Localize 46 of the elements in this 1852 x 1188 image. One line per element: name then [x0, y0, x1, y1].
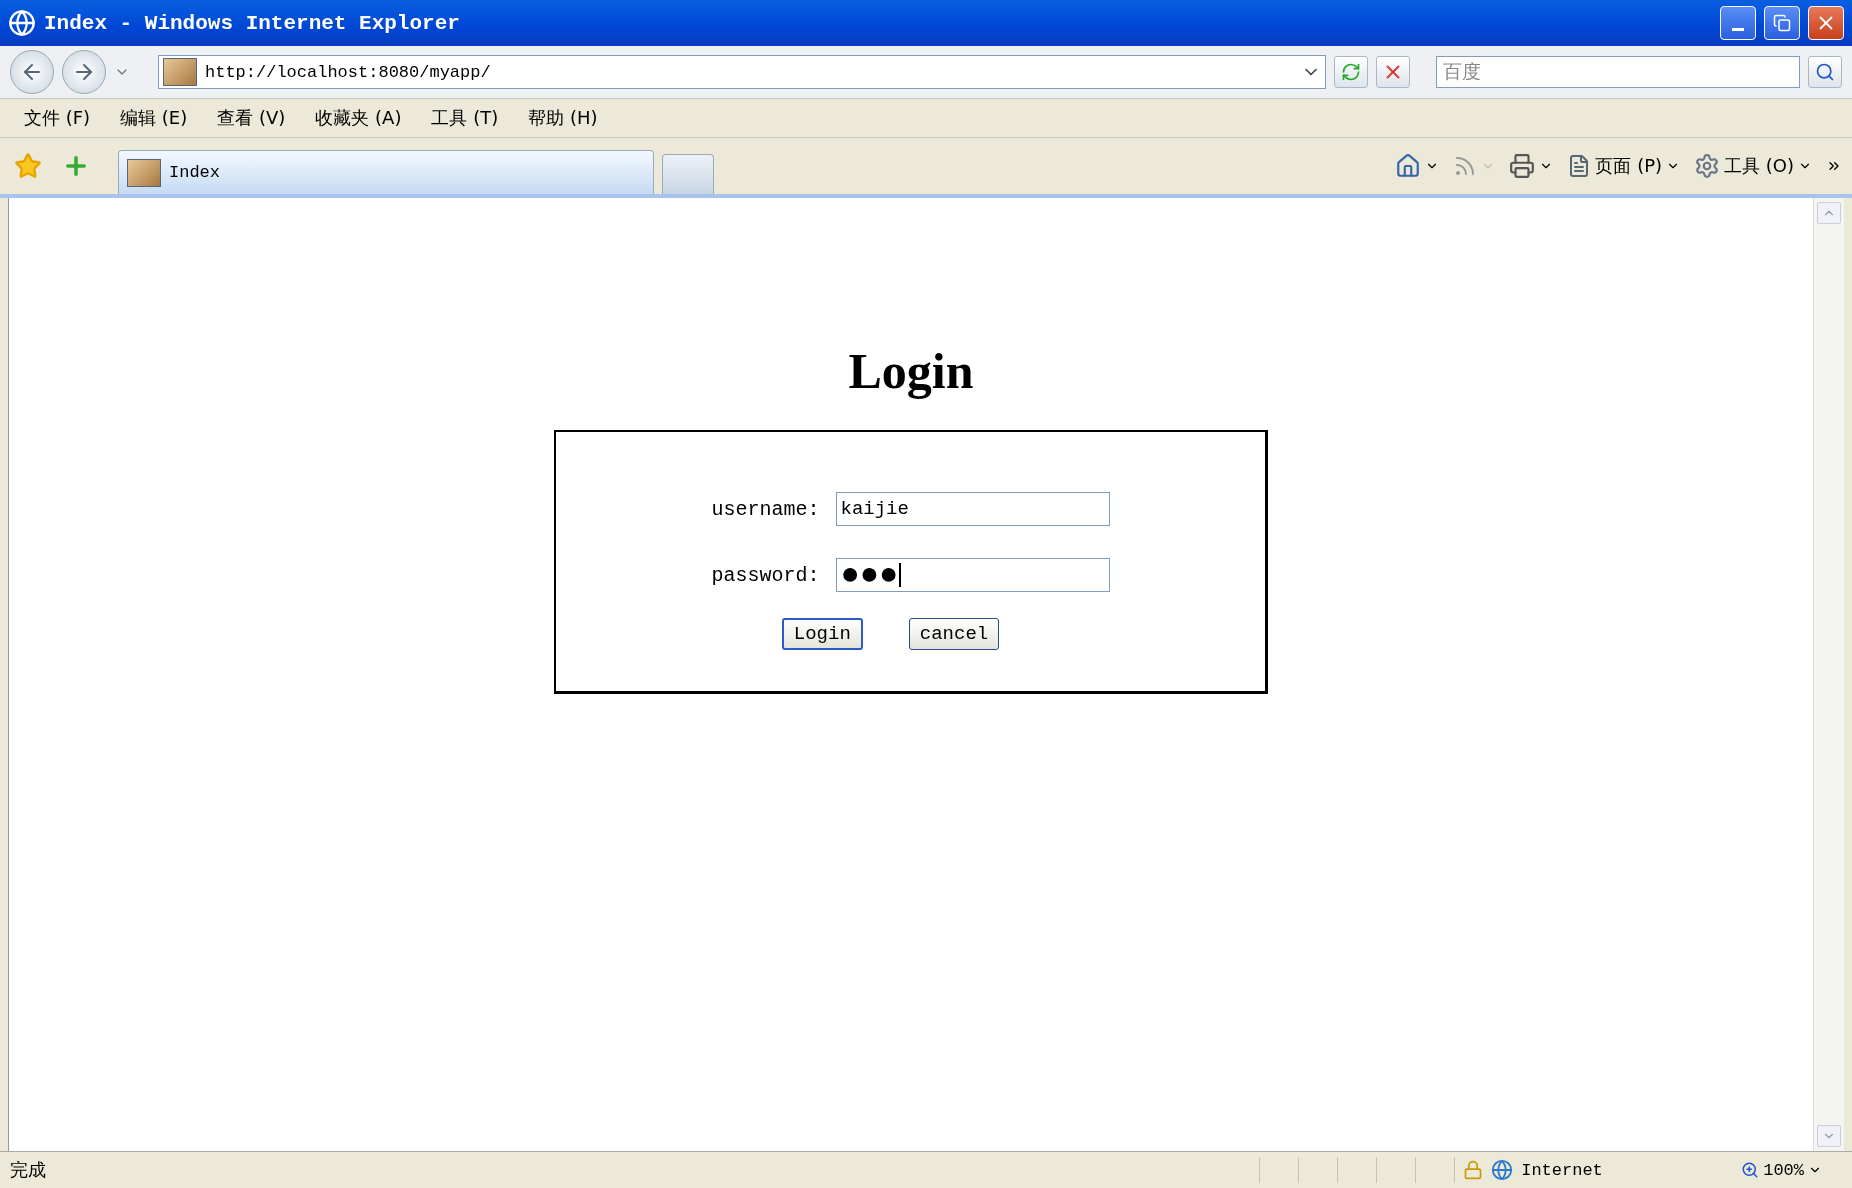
lock-icon — [1463, 1160, 1484, 1180]
zoom-icon — [1741, 1161, 1760, 1179]
printer-icon — [1509, 153, 1536, 179]
refresh-button[interactable] — [1334, 56, 1368, 88]
menu-item[interactable]: 帮助 (H) — [528, 106, 598, 130]
page-heading: Login — [848, 342, 974, 400]
window-title: Index - Windows Internet Explorer — [44, 11, 461, 35]
menu-item[interactable]: 收藏夹 (A) — [315, 106, 402, 130]
tools-menu-button[interactable]: 工具 (O) — [1694, 153, 1812, 179]
back-button[interactable] — [10, 50, 54, 94]
site-favicon — [163, 58, 197, 86]
password-field[interactable]: ●●● — [835, 558, 1110, 592]
menu-item[interactable]: 工具 (T) — [431, 106, 499, 130]
field-label: username: — [711, 497, 820, 521]
address-field[interactable]: http://localhost:8080/myapp/ — [158, 55, 1326, 89]
search-icon — [1815, 62, 1835, 82]
page-menu-button[interactable]: 页面 (P) — [1567, 154, 1681, 178]
text-cursor — [899, 563, 902, 587]
browser-tab[interactable]: Index — [118, 150, 654, 194]
restore-button[interactable] — [1764, 6, 1800, 40]
tab-favicon — [127, 158, 161, 187]
form-button[interactable]: cancel — [908, 618, 1000, 650]
zone-label: Internet — [1521, 1160, 1603, 1180]
minimize-icon — [1732, 27, 1744, 31]
star-icon — [14, 152, 42, 180]
tab-label: Index — [169, 163, 220, 182]
home-icon — [1395, 153, 1422, 179]
field-label: password: — [711, 563, 820, 587]
form-button[interactable]: Login — [781, 618, 863, 650]
gear-icon — [1694, 153, 1721, 179]
forward-button[interactable] — [62, 50, 106, 94]
menu-item[interactable]: 文件 (F) — [24, 106, 91, 130]
input-field[interactable]: kaijie — [835, 492, 1110, 526]
browser-logo-icon — [8, 9, 36, 37]
menu-item[interactable]: 查看 (V) — [217, 106, 286, 130]
globe-icon — [1491, 1159, 1514, 1181]
status-text: 完成 — [9, 1158, 47, 1182]
zoom-button[interactable]: 100% — [1733, 1160, 1852, 1180]
stop-button[interactable] — [1376, 56, 1410, 88]
close-button[interactable] — [1808, 6, 1844, 40]
minimize-button[interactable] — [1720, 6, 1756, 40]
restore-icon — [1773, 14, 1791, 32]
search-button[interactable] — [1808, 56, 1842, 88]
refresh-icon — [1341, 62, 1361, 82]
search-field[interactable]: 百度 — [1436, 56, 1800, 88]
menu-item[interactable]: 编辑 (E) — [120, 106, 188, 130]
